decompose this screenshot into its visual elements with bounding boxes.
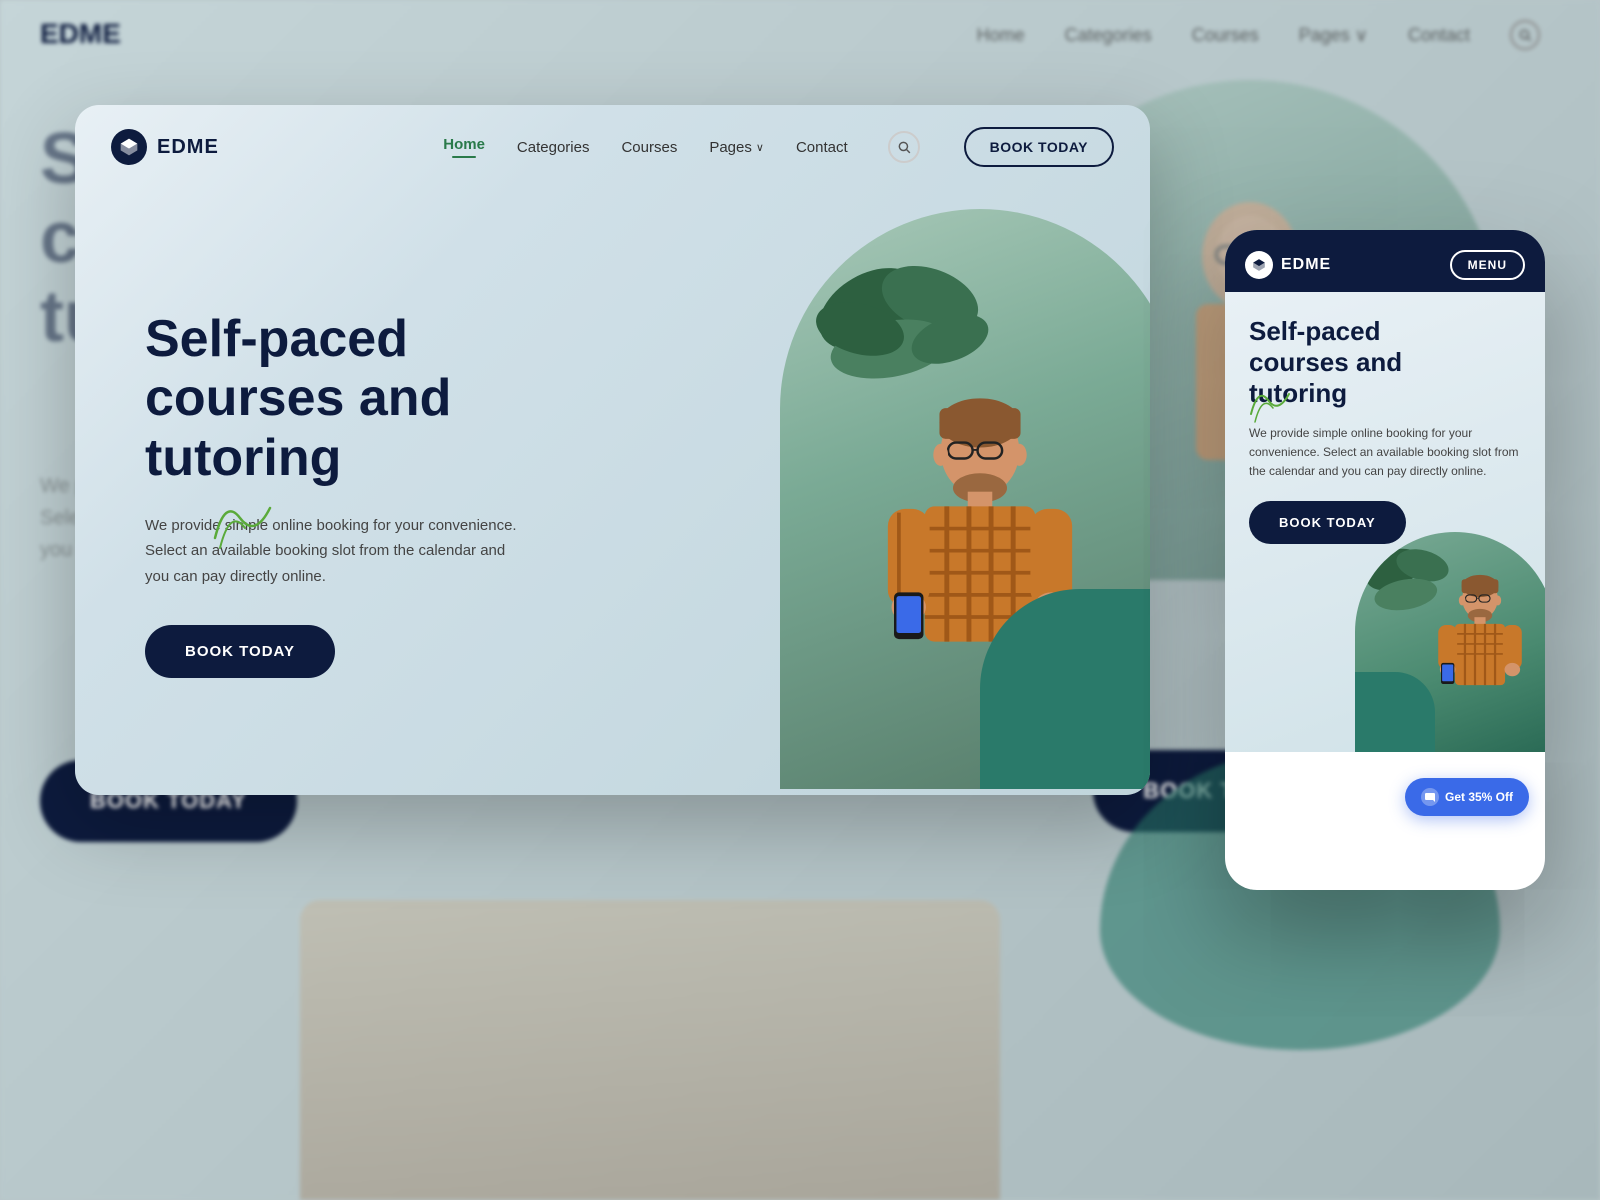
bg-nav-categories: Categories <box>1065 25 1152 46</box>
bg-nav-contact: Contact <box>1408 25 1470 46</box>
nav-home[interactable]: Home <box>443 136 485 158</box>
desktop-hero: Self-paced courses and tutoring We provi… <box>75 189 1150 795</box>
mobile-hero: Self-paced courses and tutoring We provi… <box>1225 292 1545 752</box>
mobile-logo: EDME <box>1245 251 1331 279</box>
logo-icon <box>111 129 147 165</box>
hero-title: Self-paced courses and tutoring <box>145 310 1100 489</box>
mobile-logo-icon <box>1245 251 1273 279</box>
bg-search-icon <box>1510 20 1540 50</box>
hero-content: Self-paced courses and tutoring We provi… <box>145 310 1100 679</box>
hero-book-button[interactable]: BOOK TODAY <box>145 625 335 678</box>
mobile-squiggle-decoration <box>1243 372 1298 427</box>
desktop-book-button[interactable]: BOOK TODAY <box>964 127 1114 167</box>
bg-nav-home: Home <box>977 25 1025 46</box>
mobile-person-illustration <box>1420 557 1540 752</box>
squiggle-decoration <box>205 478 285 558</box>
mobile-image-area <box>1355 532 1545 752</box>
bg-logo: EDME <box>40 18 121 50</box>
nav-contact[interactable]: Contact <box>796 139 848 156</box>
desktop-logo-text: EDME <box>157 136 219 159</box>
mobile-mockup: EDME MENU Self-paced courses and tutorin… <box>1225 230 1545 890</box>
mobile-nav: EDME MENU <box>1225 230 1545 292</box>
search-icon[interactable] <box>888 131 920 163</box>
nav-courses[interactable]: Courses <box>621 139 677 156</box>
desktop-mockup: EDME Home Categories Courses Pages ∨ Con… <box>75 105 1150 795</box>
nav-pages[interactable]: Pages ∨ <box>709 139 764 156</box>
mobile-menu-button[interactable]: MENU <box>1450 250 1525 280</box>
bg-bottom-img <box>300 900 1000 1200</box>
chat-icon <box>1421 788 1439 806</box>
discount-badge[interactable]: Get 35% Off <box>1405 778 1529 816</box>
mobile-hero-description: We provide simple online booking for you… <box>1249 424 1521 482</box>
hero-description: We provide simple online booking for you… <box>145 513 525 590</box>
chevron-down-icon: ∨ <box>756 141 764 154</box>
desktop-nav: EDME Home Categories Courses Pages ∨ Con… <box>75 105 1150 189</box>
bg-nav-courses: Courses <box>1192 25 1259 46</box>
mobile-teal-corner <box>1355 672 1435 752</box>
desktop-logo: EDME <box>111 129 219 165</box>
nav-categories[interactable]: Categories <box>517 139 590 156</box>
mobile-logo-text: EDME <box>1281 256 1331 274</box>
bg-nav-pages: Pages ∨ <box>1299 25 1368 46</box>
desktop-nav-links: Home Categories Courses Pages ∨ Contact … <box>443 127 1114 167</box>
bg-nav: EDME Home Categories Courses Pages ∨ Con… <box>0 0 1600 70</box>
